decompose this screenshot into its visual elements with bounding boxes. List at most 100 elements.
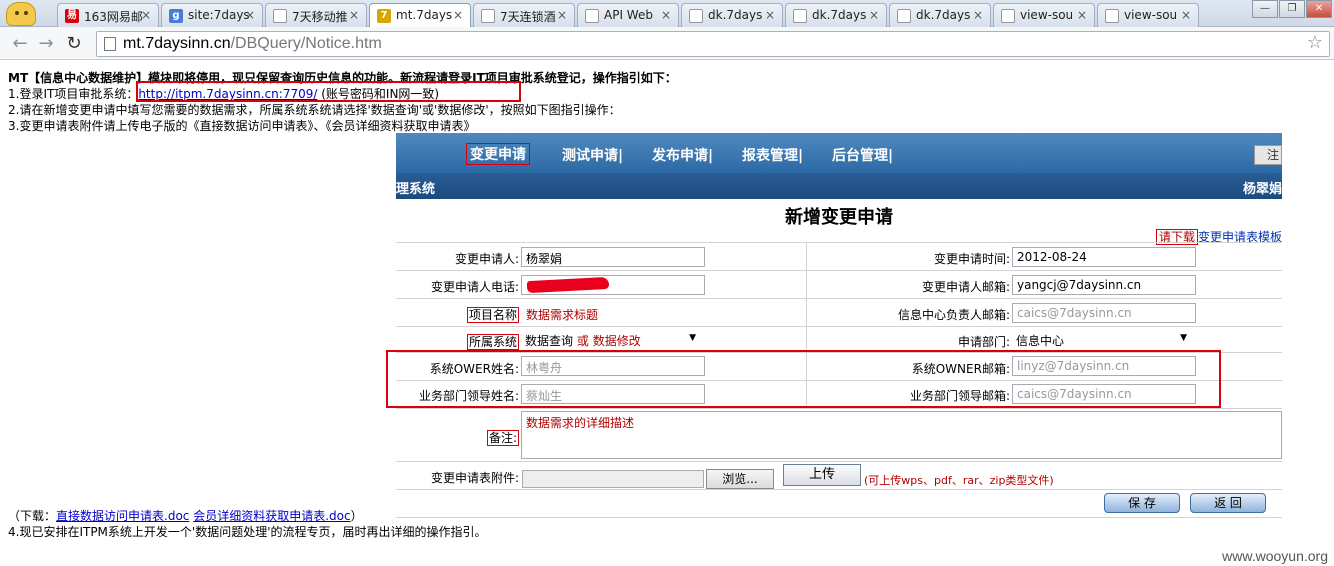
browser-tab[interactable]: dk.7days × xyxy=(681,3,783,27)
nav-admin[interactable]: 后台管理| xyxy=(832,145,893,165)
browser-tab[interactable]: 7 mt.7days × xyxy=(369,3,471,28)
tab-close-icon[interactable]: × xyxy=(869,8,879,22)
tab-label: view-sou xyxy=(1124,8,1178,22)
member-info-form-link[interactable]: 会员详细资料获取申请表.doc xyxy=(193,509,350,523)
notice-step-3: 3.变更申请表附件请上传电子版的《直接数据访问申请表》、《会员详细资料获取申请表… xyxy=(8,119,476,133)
tab-label: site:7days xyxy=(188,8,250,22)
grid-line xyxy=(396,408,1282,409)
maximize-icon[interactable]: ❐ xyxy=(1279,0,1305,18)
tab-close-icon[interactable]: × xyxy=(557,8,567,22)
logout-button[interactable]: 注 xyxy=(1254,145,1282,165)
apply-time-input[interactable]: 2012-08-24 xyxy=(1012,247,1196,267)
file-path-input[interactable] xyxy=(522,470,704,488)
tab-close-icon[interactable]: × xyxy=(245,8,255,22)
current-user: 杨翠娟 xyxy=(1242,182,1282,197)
tab-label: dk.7days xyxy=(708,8,763,22)
back-button[interactable]: 返 回 xyxy=(1190,493,1266,513)
project-name-input[interactable]: 数据需求标题 xyxy=(521,303,705,323)
highlight-box-link xyxy=(136,81,521,102)
tab-close-icon[interactable]: × xyxy=(349,8,359,22)
tab-label: view-sou xyxy=(1020,8,1074,22)
nav-report-management[interactable]: 报表管理| xyxy=(742,145,803,165)
remark-label: 备注: xyxy=(486,430,519,446)
tab-close-icon[interactable]: × xyxy=(765,8,775,22)
save-button[interactable]: 保 存 xyxy=(1104,493,1180,513)
attachment-label: 变更申请表附件: xyxy=(430,471,519,485)
tab-close-icon[interactable]: × xyxy=(661,8,671,22)
system-title: 理系统 xyxy=(396,182,436,197)
tab-close-icon[interactable]: × xyxy=(1077,8,1087,22)
browser-tab-strip: 易 163网易邮 × g site:7days × 7天移动推 × 7 mt.7days × 7天连锁… xyxy=(0,0,1334,28)
form-title: 新增变更申请 xyxy=(785,207,893,228)
project-name-label: 项目名称 xyxy=(466,307,519,323)
back-icon[interactable]: ← xyxy=(8,32,32,56)
tab-label: 7天移动推 xyxy=(292,10,348,24)
highlight-box-owner-rows xyxy=(386,350,1221,408)
tab-label: dk.7days xyxy=(812,8,867,22)
notice-step-2: 2.请在新增变更申请中填写您需要的数据需求，所属系统系统请选择'数据查询'或'数… xyxy=(8,103,621,117)
grid-line xyxy=(396,270,1282,271)
tab-favicon-icon: 7 xyxy=(377,9,391,23)
browser-tab[interactable]: g site:7days × xyxy=(161,3,263,27)
remark-textarea[interactable]: 数据需求的详细描述 xyxy=(521,411,1282,459)
tab-label: API Web xyxy=(604,8,653,22)
upload-hint: (可上传wps、pdf、rar、zip类型文件) xyxy=(864,474,1054,487)
info-center-email-label: 信息中心负责人邮箱: xyxy=(897,308,1010,322)
email-label: 变更申请人邮箱: xyxy=(921,280,1010,294)
tab-label: 163网易邮 xyxy=(84,10,143,24)
upload-button[interactable]: 上传 xyxy=(783,464,861,486)
tab-favicon-icon xyxy=(1001,9,1015,23)
app-sub-bar: 理系统 杨翠娟 xyxy=(396,173,1282,199)
notice-download: （下载：直接数据访问申请表.doc 会员详细资料获取申请表.doc） xyxy=(8,509,363,523)
nav-release-request[interactable]: 发布申请| xyxy=(652,145,713,165)
chevron-down-icon: ▼ xyxy=(1180,333,1187,343)
system-label: 所属系统 xyxy=(466,334,519,350)
grid-line xyxy=(396,298,1282,299)
applicant-input[interactable]: 杨翠娟 xyxy=(521,247,705,267)
itpm-form-screenshot: 变更申请 测试申请| 发布申请| 报表管理| 后台管理| 注 理系统 杨翠娟 新… xyxy=(396,133,1282,518)
grid-line xyxy=(396,461,1282,462)
minimize-icon[interactable]: — xyxy=(1252,0,1278,18)
tab-close-icon[interactable]: × xyxy=(1181,8,1191,22)
tab-favicon-icon xyxy=(273,9,287,23)
direct-access-form-link[interactable]: 直接数据访问申请表.doc xyxy=(56,509,189,523)
tab-close-icon[interactable]: × xyxy=(973,8,983,22)
app-nav-bar: 变更申请 测试申请| 发布申请| 报表管理| 后台管理| 注 xyxy=(396,133,1282,173)
tab-favicon-icon xyxy=(585,9,599,23)
notice-step-4: 4.现已安排在ITPM系统上开发一个'数据问题处理'的流程专页，届时再出详细的操… xyxy=(8,525,487,539)
close-window-icon[interactable]: ✕ xyxy=(1306,0,1332,18)
nav-change-request[interactable]: 变更申请 xyxy=(466,143,530,165)
nav-test-request[interactable]: 测试申请| xyxy=(562,145,623,165)
reload-icon[interactable]: ↻ xyxy=(62,32,86,56)
browser-tab[interactable]: API Web × xyxy=(577,3,679,27)
tab-close-icon[interactable]: × xyxy=(141,8,151,22)
system-select[interactable]: 数据查询 或 数据修改 ▼ xyxy=(521,330,701,350)
grid-line xyxy=(396,517,1282,518)
department-select[interactable]: 信息中心 ▼ xyxy=(1012,330,1192,350)
browser-logo-icon xyxy=(6,2,36,26)
email-input[interactable]: yangcj@7daysinn.cn xyxy=(1012,275,1196,295)
url-text[interactable]: mt.7daysinn.cn/DBQuery/Notice.htm xyxy=(123,35,382,53)
browser-tab[interactable]: view-sou × xyxy=(1097,3,1199,27)
browser-tab[interactable]: 7天移动推 × xyxy=(265,3,367,27)
address-bar[interactable]: mt.7daysinn.cn/DBQuery/Notice.htm ☆ xyxy=(96,31,1330,57)
browse-button[interactable]: 浏览... xyxy=(706,469,774,489)
info-center-email-input[interactable]: caics@7daysinn.cn xyxy=(1012,303,1196,323)
tab-close-icon[interactable]: × xyxy=(453,8,463,22)
browser-tab[interactable]: view-sou × xyxy=(993,3,1095,27)
tab-favicon-icon xyxy=(897,9,911,23)
department-label: 申请部门: xyxy=(957,335,1010,349)
chevron-down-icon: ▼ xyxy=(689,333,696,343)
browser-tab[interactable]: 易 163网易邮 × xyxy=(57,3,159,27)
bookmark-star-icon[interactable]: ☆ xyxy=(1307,32,1323,53)
browser-tab[interactable]: 7天连锁酒 × xyxy=(473,3,575,27)
tab-favicon-icon xyxy=(1105,9,1119,23)
forward-icon[interactable]: → xyxy=(34,32,58,56)
watermark: www.wooyun.org xyxy=(1222,548,1328,564)
tab-label: dk.7days xyxy=(916,8,971,22)
browser-tab[interactable]: dk.7days × xyxy=(785,3,887,27)
browser-tab[interactable]: dk.7days × xyxy=(889,3,991,27)
grid-line xyxy=(396,326,1282,327)
tab-favicon-icon xyxy=(689,9,703,23)
tab-favicon-icon xyxy=(793,9,807,23)
